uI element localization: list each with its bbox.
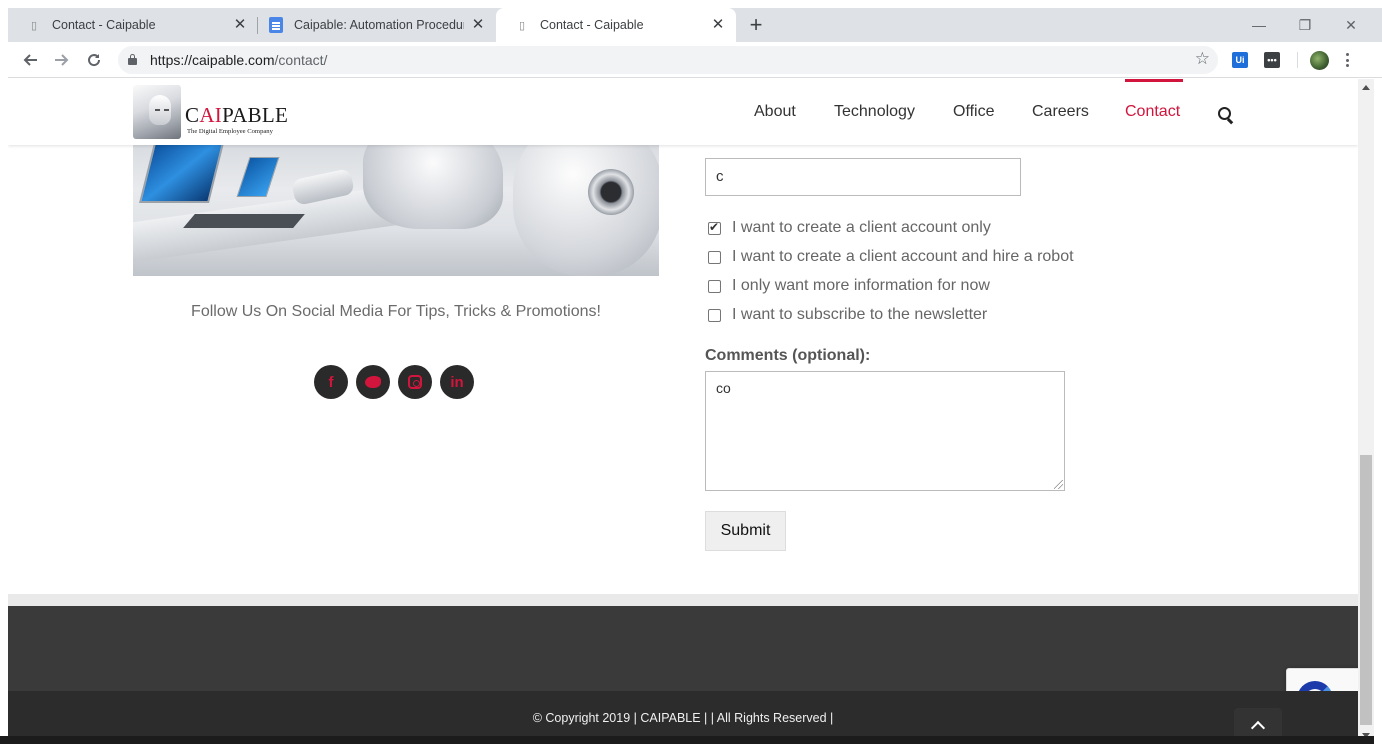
facebook-icon[interactable]: f [314,365,348,399]
close-tab-icon[interactable]: ✕ [470,17,486,33]
twitter-icon[interactable] [356,365,390,399]
tab-automation-procedure[interactable]: Caipable: Automation Procedure ✕ [258,8,496,42]
close-tab-icon[interactable]: ✕ [710,17,726,33]
search-icon[interactable] [1218,107,1231,120]
tab-contact-active[interactable]: ▯ Contact - Caipable ✕ [496,8,736,42]
reload-button[interactable] [82,48,106,72]
checkbox[interactable] [708,250,721,264]
tab-title: Contact - Caipable [52,18,156,32]
checkbox-checked[interactable] [708,220,721,235]
page-scrollbar[interactable] [1358,79,1374,744]
browser-window: ▯ Contact - Caipable ✕ Caipable: Automat… [8,8,1382,744]
social-links: f in [314,365,474,401]
reload-icon [88,54,101,67]
profile-avatar[interactable] [1310,51,1329,70]
tab-title: Caipable: Automation Procedure [294,18,464,32]
tab-contact-1[interactable]: ▯ Contact - Caipable ✕ [8,8,258,42]
browser-toolbar: https://caipable.com/contact/ ☆ Ui ••• [8,42,1382,78]
uipath-extension-icon[interactable]: Ui [1232,52,1248,68]
close-tab-icon[interactable]: ✕ [232,17,248,33]
new-tab-button[interactable]: + [744,14,768,38]
comments-textarea[interactable]: co [705,371,1065,491]
nav-technology[interactable]: Technology [834,103,915,121]
page-favicon-icon: ▯ [30,19,38,32]
logo-tagline: The Digital Employee Company [187,128,273,135]
caipable-logo[interactable]: CAIPABLE The Digital Employee Company [133,85,293,139]
robot-face-icon [133,85,181,139]
submit-button[interactable]: Submit [705,511,786,551]
nav-office[interactable]: Office [953,103,995,121]
scrollbar-thumb[interactable] [1360,455,1372,725]
nav-contact[interactable]: Contact [1125,103,1180,121]
option-label: I want to subscribe to the newsletter [732,306,988,323]
page-favicon-icon: ▯ [518,19,526,32]
option-client-account-robot[interactable]: I want to create a client account and hi… [708,246,1074,268]
address-bar[interactable]: https://caipable.com/contact/ ☆ [118,46,1218,74]
option-more-info[interactable]: I only want more information for now [708,275,990,297]
page-viewport: CAIPABLE The Digital Employee Company Ab… [8,79,1358,744]
back-arrow-icon [23,54,37,66]
browser-menu-icon[interactable] [1344,51,1350,69]
minimize-button[interactable]: — [1236,12,1282,38]
copyright-text: © Copyright 2019 | CAIPABLE | | All Righ… [532,711,834,725]
forward-arrow-icon [55,54,69,66]
follow-us-text: Follow Us On Social Media For Tips, Tric… [191,303,601,320]
restore-button[interactable]: ❐ [1282,12,1328,38]
nav-about[interactable]: About [754,103,796,121]
nav-active-indicator [1125,79,1183,82]
resize-grip-icon[interactable] [1054,480,1063,489]
footer-separator [8,594,1358,606]
option-label: I want to create a client account only [732,219,991,236]
instagram-icon[interactable] [398,365,432,399]
url-text[interactable]: https://caipable.com/contact/ [150,52,327,68]
option-newsletter[interactable]: I want to subscribe to the newsletter [708,304,987,326]
option-label: I want to create a client account and hi… [732,248,1074,265]
comments-label: Comments (optional): [705,347,871,364]
company-input[interactable]: c [705,158,1021,196]
nav-careers[interactable]: Careers [1032,103,1089,121]
site-header: CAIPABLE The Digital Employee Company Ab… [8,79,1358,145]
scroll-up-arrow-icon[interactable] [1362,85,1370,90]
tab-strip: ▯ Contact - Caipable ✕ Caipable: Automat… [8,8,1382,42]
logo-wordmark: CAIPABLE [185,103,289,127]
taskbar [0,736,1374,744]
toolbar-divider [1297,52,1298,68]
checkbox[interactable] [708,308,721,322]
forward-button[interactable] [50,48,74,72]
password-extension-icon[interactable]: ••• [1264,52,1280,68]
google-docs-icon [268,17,284,33]
lock-icon [128,54,137,65]
option-label: I only want more information for now [732,277,990,294]
close-window-button[interactable]: ✕ [1328,12,1374,38]
footer-widgets [8,606,1358,691]
back-button[interactable] [18,48,42,72]
checkbox[interactable] [708,279,721,293]
tab-title: Contact - Caipable [540,18,644,32]
bookmark-star-icon[interactable]: ☆ [1195,49,1210,69]
option-client-account[interactable]: I want to create a client account only [708,217,991,239]
linkedin-icon[interactable]: in [440,365,474,399]
